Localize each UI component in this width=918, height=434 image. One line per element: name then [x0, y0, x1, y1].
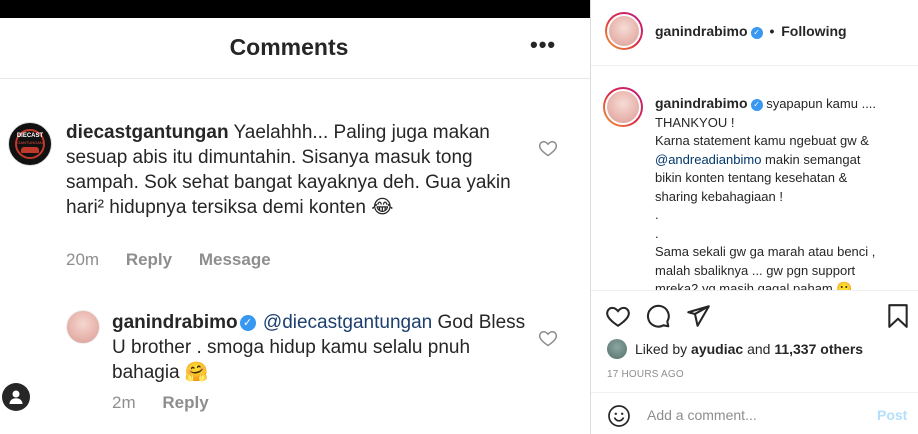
caption-text: ganindrabimo ✓ syapapun kamu .... THANKYO… [655, 94, 907, 290]
avatar: DIECAST GANTUNGAN [8, 122, 52, 166]
divider [0, 78, 590, 79]
car-icon [21, 147, 39, 153]
caption-line: Karna statement kamu ngebuat gw & [655, 133, 869, 148]
caption-line: THANKYOU ! [655, 114, 735, 130]
more-options-icon: ••• [530, 32, 557, 57]
caption-username[interactable]: ganindrabimo [655, 95, 748, 111]
logo-subtext: GANTUNGAN [17, 140, 43, 145]
share-icon[interactable] [685, 303, 711, 329]
liked-by-text: Liked by ayudiac and 11,337 others [635, 341, 863, 357]
likes-count-link[interactable]: 11,337 others [774, 341, 863, 357]
screenshot-top-bar [0, 0, 590, 18]
bookmark-icon[interactable] [885, 303, 911, 329]
post-timestamp[interactable]: 17 HOURS AGO [607, 369, 684, 380]
caption-line: makin semangat [761, 151, 861, 167]
logo-text: DIECAST [16, 133, 44, 139]
message-label: Message [198, 250, 271, 269]
liked-by-prefix: Liked by [635, 341, 688, 357]
heart-icon[interactable] [605, 303, 631, 329]
comment-username: ganindrabimo [112, 312, 238, 333]
author-avatar[interactable] [605, 12, 643, 50]
add-comment-form: Post [591, 392, 918, 434]
caption-line: . [655, 207, 659, 222]
verified-icon: ✓ [750, 27, 763, 39]
comment-meta: 2m Reply [112, 393, 231, 413]
post-header: ganindrabimo ✓ • Following [591, 0, 918, 66]
post-image: Comments ••• DIECAST GANTUNGAN diecastga… [0, 0, 590, 434]
verified-icon: ✓ [239, 315, 256, 331]
comments-title: Comments [229, 34, 349, 60]
post-button[interactable]: Post [877, 407, 907, 423]
caption-mention[interactable]: @andreadianbimo [655, 152, 761, 167]
liked-by-conjunction: and [747, 341, 771, 357]
avatar [66, 310, 100, 344]
liker-username[interactable]: ayudiac [691, 341, 743, 357]
comment-username: diecastgantungan [66, 122, 229, 143]
comment-mention: @diecastgantungan [262, 312, 433, 333]
caption-line: sharing kebahagiaan ! [655, 188, 783, 204]
caption-line: syapapun kamu .... [766, 96, 877, 111]
following-button[interactable]: Following [781, 23, 846, 39]
author-username[interactable]: ganindrabimo [655, 23, 748, 39]
comment-body: diecastgantungan Yaelahhh... Paling juga… [66, 120, 536, 220]
caption-line: malah sbaliknya ... gw pgn support [655, 262, 856, 278]
comment-time: 20m [66, 250, 100, 269]
reply-label: Reply [162, 393, 209, 412]
comment-meta: 20m Reply Message [66, 250, 293, 270]
caption-line-with-mention: @andreadianbimo makin semangat [655, 151, 907, 170]
liker-avatar[interactable] [607, 339, 627, 359]
comment-time: 2m [112, 393, 136, 412]
header-user-line: ganindrabimo ✓ • Following [655, 23, 847, 39]
caption-line: bikin konten tentang kesehatan & [655, 170, 848, 185]
caption-line: Sama sekali gw ga marah atau benci , [655, 244, 876, 259]
verified-icon: ✓ [750, 99, 763, 111]
caption-line: mreka2 yg masih gagal paham 🙂. [655, 281, 857, 290]
profile-icon [2, 383, 30, 411]
comment-icon[interactable] [645, 303, 671, 329]
emoji-icon[interactable] [607, 404, 631, 428]
heart-icon [538, 140, 558, 157]
post-side-panel: ganindrabimo ✓ • Following ganindrabimo ✓ … [590, 0, 918, 434]
caption-avatar[interactable] [603, 87, 643, 127]
caption-area[interactable]: ganindrabimo ✓ syapapun kamu .... THANKYO… [591, 67, 918, 290]
caption-line: . [655, 225, 659, 241]
comment-input[interactable] [647, 403, 867, 427]
action-section: Liked by ayudiac and 11,337 others 17 HO… [591, 290, 918, 434]
heart-icon [538, 330, 558, 347]
comment-body: ganindrabimo ✓ @diecastgantungan God Bles… [112, 310, 532, 385]
reply-label: Reply [125, 250, 173, 269]
separator: • [769, 23, 775, 39]
